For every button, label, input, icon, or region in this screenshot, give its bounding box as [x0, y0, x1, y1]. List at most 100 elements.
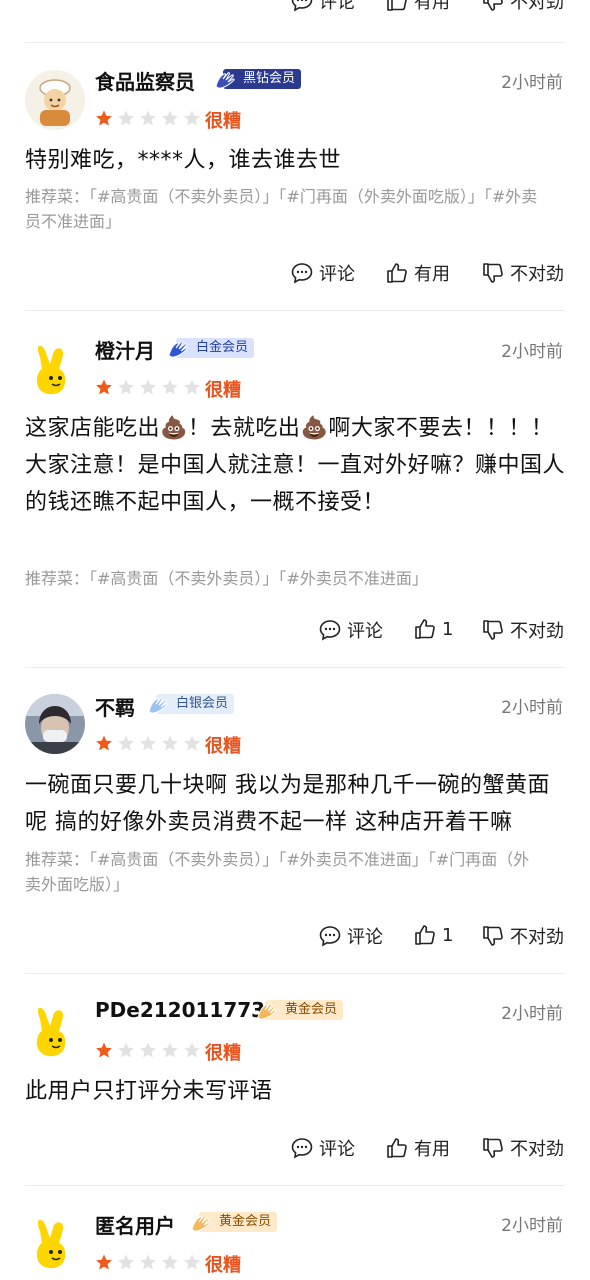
star-icon — [140, 379, 156, 395]
star-rating — [95, 109, 205, 127]
not-right-label: 不对劲 — [510, 264, 564, 285]
divider — [25, 1185, 565, 1186]
rating-text: 很糟 — [205, 736, 241, 757]
comment-button[interactable]: 评论 — [318, 617, 383, 643]
thumbs-up-icon — [387, 263, 407, 283]
hand-badge-icon — [168, 341, 188, 358]
member-badge: 黄金会员 — [189, 1211, 278, 1233]
review-text[interactable]: 特别难吃，****人，谁去谁去世 — [25, 142, 565, 179]
thumbs-up-icon — [387, 1138, 407, 1158]
star-icon — [96, 735, 112, 751]
username[interactable]: PDe212011773 — [95, 998, 265, 1022]
star-icon — [184, 1042, 200, 1058]
chef-avatar-icon — [25, 70, 85, 130]
review-text[interactable]: 一碗面只要几十块啊 我以为是那种几千一碗的蟹黄面呢 搞的好像外卖员消费不起一样 … — [25, 767, 565, 841]
useful-button[interactable]: 有用 — [385, 0, 450, 14]
star-rating — [95, 734, 205, 752]
star-icon — [162, 1042, 178, 1058]
divider — [25, 310, 565, 311]
review-text-part: 这家店能吃出 — [25, 416, 161, 441]
star-icon — [162, 1254, 178, 1270]
not-right-button[interactable]: 不对劲 — [481, 260, 564, 286]
username[interactable]: 食品监察员 — [95, 66, 195, 95]
useful-button[interactable]: 1 — [413, 923, 453, 947]
not-right-button[interactable]: 不对劲 — [481, 0, 564, 14]
star-icon — [140, 110, 156, 126]
star-rating — [95, 1253, 205, 1271]
useful-button[interactable]: 1 — [413, 617, 453, 641]
review-time: 2小时前 — [501, 1004, 563, 1024]
useful-label: 有用 — [414, 264, 450, 285]
useful-label: 有用 — [414, 1139, 450, 1160]
star-icon — [184, 735, 200, 751]
poop-emoji-icon: 💩 — [160, 416, 188, 441]
star-icon — [140, 735, 156, 751]
avatar[interactable] — [25, 694, 85, 754]
member-badge: 黄金会员 — [255, 999, 344, 1021]
comment-icon — [291, 0, 313, 12]
avatar[interactable] — [25, 338, 85, 398]
recommended-dishes[interactable]: 推荐菜：「#高贵面（不卖外卖员）」「#门再面（外卖外面吃版）」「#外卖员不准进面… — [25, 184, 545, 234]
review-text[interactable]: 此用户只打评分未写评语 — [25, 1073, 565, 1110]
recommended-dishes[interactable]: 推荐菜：「#高贵面（不卖外卖员）」「#外卖员不准进面」「#门再面（外卖外面吃版）… — [25, 847, 545, 897]
star-icon — [118, 379, 134, 395]
star-icon — [140, 1042, 156, 1058]
photo-avatar-icon — [25, 694, 85, 754]
star-icon — [140, 1254, 156, 1270]
star-rating — [95, 378, 205, 396]
comment-icon — [319, 620, 341, 641]
useful-button[interactable]: 有用 — [385, 1135, 450, 1161]
comment-button[interactable]: 评论 — [318, 923, 383, 949]
star-rating — [95, 1041, 205, 1059]
star-icon — [184, 379, 200, 395]
divider — [25, 973, 565, 974]
star-icon — [96, 1254, 112, 1270]
thumbs-down-icon — [483, 926, 503, 946]
poop-emoji-icon: 💩 — [300, 416, 329, 441]
avatar[interactable] — [25, 1000, 85, 1060]
comment-button[interactable]: 评论 — [290, 260, 355, 286]
star-icon — [162, 735, 178, 751]
not-right-label: 不对劲 — [510, 0, 564, 13]
username[interactable]: 匿名用户 — [95, 1210, 175, 1239]
thumbs-down-icon — [483, 0, 503, 11]
useful-button[interactable]: 有用 — [385, 260, 450, 286]
rating-text: 很糟 — [205, 1043, 241, 1064]
review-text[interactable]: 这家店能吃出💩！去就吃出💩啊大家不要去！！！！大家注意！是中国人就注意！一直对外… — [25, 410, 565, 521]
hand-badge-icon — [257, 1003, 277, 1020]
comment-label: 评论 — [319, 264, 355, 285]
username[interactable]: 不羁 — [95, 692, 135, 721]
useful-label: 有用 — [414, 0, 450, 13]
not-right-label: 不对劲 — [510, 1139, 564, 1160]
not-right-label: 不对劲 — [510, 927, 564, 948]
comment-label: 评论 — [347, 927, 383, 948]
hand-badge-icon — [215, 72, 235, 89]
comment-label: 评论 — [319, 1139, 355, 1160]
recommended-dishes[interactable]: 推荐菜：「#高贵面（不卖外卖员）」「#外卖员不准进面」 — [25, 566, 545, 591]
thumbs-down-icon — [483, 263, 503, 283]
thumbs-up-icon — [387, 0, 407, 11]
username[interactable]: 橙汁月 — [95, 335, 155, 364]
not-right-button[interactable]: 不对劲 — [481, 617, 564, 643]
star-icon — [118, 110, 134, 126]
comment-button[interactable]: 评论 — [290, 0, 355, 14]
divider — [25, 667, 565, 668]
member-badge: 黑钻会员 — [213, 68, 302, 90]
rating-text: 很糟 — [205, 111, 241, 132]
star-icon — [96, 379, 112, 395]
mascot-avatar-icon — [25, 338, 85, 398]
useful-count: 1 — [442, 924, 454, 946]
not-right-button[interactable]: 不对劲 — [481, 923, 564, 949]
useful-count: 1 — [442, 618, 454, 640]
comment-button[interactable]: 评论 — [290, 1135, 355, 1161]
review-time: 2小时前 — [501, 342, 563, 362]
avatar[interactable] — [25, 70, 85, 130]
comment-label: 评论 — [319, 0, 355, 13]
member-badge: 白银会员 — [146, 693, 235, 715]
thumbs-down-icon — [483, 620, 503, 640]
avatar[interactable] — [25, 1212, 85, 1272]
not-right-button[interactable]: 不对劲 — [481, 1135, 564, 1161]
comment-icon — [291, 263, 313, 284]
comment-label: 评论 — [347, 621, 383, 642]
rating-text: 很糟 — [205, 380, 241, 401]
